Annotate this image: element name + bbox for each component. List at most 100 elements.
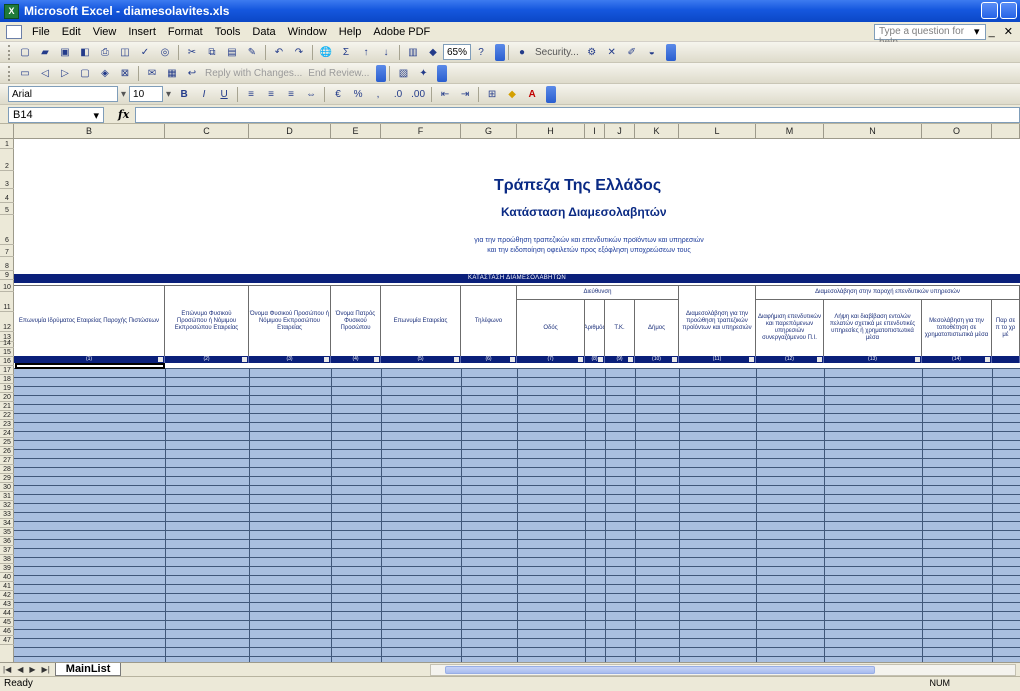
- column-header-g[interactable]: G: [461, 124, 517, 139]
- header-first-name[interactable]: Όνομα Φυσικού Προσώπου ή Νόμιμου Εκπροσώ…: [249, 286, 331, 357]
- next-sheet-icon[interactable]: ▶: [26, 665, 38, 674]
- document-controls[interactable]: ▾ _ ✕: [974, 25, 1016, 38]
- macro-icon[interactable]: ⚙: [584, 45, 600, 60]
- column-number[interactable]: (8): [585, 356, 605, 363]
- header-postal-code[interactable]: Τ.Κ.: [605, 300, 635, 357]
- column-header-c[interactable]: C: [165, 124, 249, 139]
- autofilter-dropdown-icon[interactable]: [598, 357, 603, 362]
- autofilter-dropdown-icon[interactable]: [985, 357, 990, 362]
- row-header[interactable]: 22: [0, 411, 14, 420]
- menu-window[interactable]: Window: [282, 26, 333, 38]
- pdf-convert-icon[interactable]: ▧: [395, 66, 411, 81]
- column-header-p[interactable]: [992, 124, 1020, 139]
- borders-icon[interactable]: ⊞: [484, 87, 500, 102]
- row-header[interactable]: 32: [0, 501, 14, 510]
- mail-recipient-icon[interactable]: ✉: [144, 66, 160, 81]
- row-header[interactable]: 6: [0, 215, 14, 245]
- column-header-b[interactable]: B: [14, 124, 165, 139]
- menu-adobe-pdf[interactable]: Adobe PDF: [367, 26, 436, 38]
- merge-center-icon[interactable]: ⇔: [303, 87, 319, 102]
- column-number[interactable]: (11): [679, 356, 756, 363]
- row-header[interactable]: 4: [0, 189, 14, 203]
- autofilter-dropdown-icon[interactable]: [749, 357, 754, 362]
- print-icon[interactable]: ⎙: [97, 45, 113, 60]
- column-header-k[interactable]: K: [635, 124, 679, 139]
- column-number[interactable]: (1): [14, 356, 165, 363]
- autofilter-dropdown-icon[interactable]: [374, 357, 379, 362]
- help-search-input[interactable]: Type a question for help: [874, 24, 986, 48]
- row-header[interactable]: 43: [0, 600, 14, 609]
- row-header[interactable]: 40: [0, 573, 14, 582]
- row-header[interactable]: 10: [0, 280, 14, 292]
- redo-icon[interactable]: ↷: [291, 45, 307, 60]
- column-number[interactable]: (3): [249, 356, 331, 363]
- row-header[interactable]: 31: [0, 492, 14, 501]
- percent-icon[interactable]: %: [350, 87, 366, 102]
- autofilter-dropdown-icon[interactable]: [242, 357, 247, 362]
- autofilter-dropdown-icon[interactable]: [578, 357, 583, 362]
- increase-decimal-icon[interactable]: .0: [390, 87, 406, 102]
- row-header[interactable]: 23: [0, 420, 14, 429]
- column-header-h[interactable]: H: [517, 124, 585, 139]
- font-dropdown-icon[interactable]: ▾: [118, 89, 129, 100]
- menu-help[interactable]: Help: [333, 26, 368, 38]
- autofilter-dropdown-icon[interactable]: [158, 357, 163, 362]
- row-header[interactable]: 37: [0, 546, 14, 555]
- row-header[interactable]: 42: [0, 591, 14, 600]
- column-number[interactable]: (14): [922, 356, 992, 363]
- header-banking-mediation[interactable]: Διαμεσολάβηση για την προώθηση τραπεζικώ…: [679, 286, 756, 357]
- formula-input[interactable]: [135, 106, 1020, 123]
- undo-icon[interactable]: ↶: [271, 45, 287, 60]
- row-header[interactable]: 30: [0, 483, 14, 492]
- comma-icon[interactable]: ,: [370, 87, 386, 102]
- control-toolbox-icon[interactable]: ✕: [604, 45, 620, 60]
- align-left-icon[interactable]: ≡: [243, 87, 259, 102]
- last-sheet-icon[interactable]: ▶|: [39, 665, 53, 674]
- name-box[interactable]: B14 ▾: [8, 106, 104, 123]
- column-number[interactable]: [992, 356, 1020, 363]
- sheet-tab-mainlist[interactable]: MainList: [54, 663, 122, 676]
- align-right-icon[interactable]: ≡: [283, 87, 299, 102]
- header-municipality[interactable]: Δήμος: [635, 300, 679, 357]
- new-comment-icon[interactable]: ▭: [17, 66, 33, 81]
- select-all-corner[interactable]: [0, 124, 14, 139]
- new-icon[interactable]: ▢: [17, 45, 33, 60]
- row-header[interactable]: 25: [0, 438, 14, 447]
- menu-format[interactable]: Format: [162, 26, 209, 38]
- save-icon[interactable]: ▣: [57, 45, 73, 60]
- fill-color-icon[interactable]: ◆: [504, 87, 520, 102]
- row-header[interactable]: 33: [0, 510, 14, 519]
- menu-data[interactable]: Data: [246, 26, 281, 38]
- row-header[interactable]: 11: [0, 292, 14, 312]
- zoom-select[interactable]: 65%: [443, 44, 472, 60]
- chart-wizard-icon[interactable]: ▥: [405, 45, 421, 60]
- header-advertising[interactable]: Διαφήμιση επενδυτικών και παρεπόμενων υπ…: [756, 300, 824, 357]
- currency-icon[interactable]: €: [330, 87, 346, 102]
- header-order-transmission[interactable]: Λήψη και διαβίβαση εντολών πελατών σχετι…: [824, 300, 922, 357]
- document-icon[interactable]: [6, 24, 22, 39]
- previous-comment-icon[interactable]: ◁: [37, 66, 53, 81]
- sort-ascending-icon[interactable]: ↑: [358, 45, 374, 60]
- header-address-group[interactable]: Διεύθυνση: [517, 286, 679, 300]
- pdf-email-icon[interactable]: ✦: [415, 66, 431, 81]
- decrease-decimal-icon[interactable]: .00: [410, 87, 426, 102]
- column-number[interactable]: (2): [165, 356, 249, 363]
- show-comment-icon[interactable]: ▢: [77, 66, 93, 81]
- scrollbar-thumb[interactable]: [445, 666, 875, 674]
- row-header[interactable]: 34: [0, 519, 14, 528]
- cut-icon[interactable]: ✂: [184, 45, 200, 60]
- autofilter-dropdown-icon[interactable]: [510, 357, 515, 362]
- show-all-comments-icon[interactable]: ◈: [97, 66, 113, 81]
- column-header-m[interactable]: M: [756, 124, 824, 139]
- autofilter-dropdown-icon[interactable]: [324, 357, 329, 362]
- track-changes-icon[interactable]: ▦: [164, 66, 180, 81]
- spelling-icon[interactable]: ✓: [137, 45, 153, 60]
- fx-icon[interactable]: fx: [118, 108, 129, 121]
- header-number[interactable]: Αριθμός: [585, 300, 605, 357]
- column-number[interactable]: (4): [331, 356, 381, 363]
- row-header[interactable]: 24: [0, 429, 14, 438]
- row-header[interactable]: 9: [0, 271, 14, 280]
- font-color-icon[interactable]: A: [524, 87, 540, 102]
- header-street[interactable]: Οδός: [517, 300, 585, 357]
- menu-tools[interactable]: Tools: [209, 26, 247, 38]
